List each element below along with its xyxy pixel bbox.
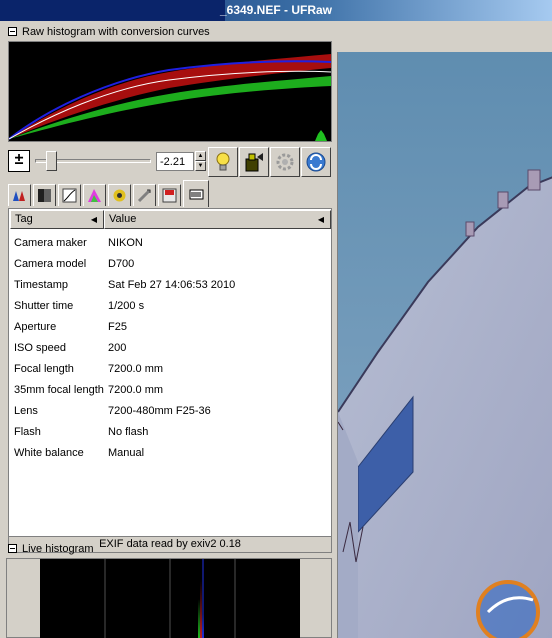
grayscale-icon bbox=[38, 189, 51, 202]
clipping-icon bbox=[245, 153, 263, 172]
control-panel: Raw histogram with conversion curves ± ▲… bbox=[0, 22, 336, 638]
row-tag: Flash bbox=[14, 426, 41, 438]
raw-histogram-label: Raw histogram with conversion curves bbox=[22, 26, 210, 38]
exposure-spinner[interactable]: ▲ ▼ bbox=[195, 151, 206, 172]
live-histogram-expander[interactable]: Live histogram bbox=[8, 541, 94, 557]
bulb-icon bbox=[216, 152, 230, 171]
column-header-tag-label: Tag bbox=[15, 213, 33, 225]
column-header-value[interactable]: Value ◀ bbox=[104, 210, 331, 229]
row-value: 200 bbox=[108, 342, 127, 354]
tab-corrections[interactable] bbox=[108, 184, 131, 206]
refresh-icon bbox=[306, 152, 326, 172]
row-value: Manual bbox=[108, 447, 145, 459]
histogram-green-peak bbox=[315, 130, 327, 141]
wb-icon bbox=[13, 191, 25, 201]
sort-arrow-icon: ◀ bbox=[317, 215, 324, 224]
exif-table: Tag ◀ Value ◀ Camera maker NIKON Camera m… bbox=[8, 208, 332, 537]
gear-icon bbox=[276, 153, 294, 171]
row-value: NIKON bbox=[108, 237, 143, 249]
row-value: 7200-480mm F25-36 bbox=[108, 405, 211, 417]
tab-grayscale[interactable] bbox=[33, 184, 56, 206]
row-tag: Lens bbox=[14, 405, 38, 417]
collapse-icon bbox=[8, 27, 17, 36]
row-value: 1/200 s bbox=[108, 300, 145, 312]
row-tag: White balance bbox=[14, 447, 84, 459]
raw-histogram[interactable] bbox=[8, 41, 332, 142]
exif-icon bbox=[189, 189, 203, 199]
live-histogram-label: Live histogram bbox=[22, 543, 94, 555]
row-tag: Shutter time bbox=[14, 300, 74, 312]
exposure-input[interactable] bbox=[156, 152, 194, 171]
raw-histogram-expander[interactable]: Raw histogram with conversion curves bbox=[8, 24, 210, 40]
refresh-button[interactable] bbox=[301, 147, 331, 177]
tab-color-management[interactable] bbox=[83, 184, 106, 206]
exposure-row: ± ▲ ▼ bbox=[6, 146, 334, 178]
row-tag: Focal length bbox=[14, 363, 74, 375]
curve-icon bbox=[62, 188, 77, 203]
tab-base-curve[interactable] bbox=[58, 184, 81, 206]
row-value: No flash bbox=[108, 426, 149, 438]
row-value: Sat Feb 27 14:06:53 2010 bbox=[108, 279, 236, 291]
live-histogram[interactable] bbox=[6, 558, 332, 638]
row-tag: Timestamp bbox=[14, 279, 68, 291]
sort-arrow-icon: ◀ bbox=[90, 215, 97, 224]
column-header-tag[interactable]: Tag ◀ bbox=[10, 210, 104, 229]
tab-white-balance[interactable] bbox=[8, 184, 31, 206]
exposure-slider-thumb[interactable] bbox=[46, 151, 57, 171]
row-value: F25 bbox=[108, 321, 127, 333]
column-header-value-label: Value bbox=[109, 213, 137, 225]
row-value: D700 bbox=[108, 258, 135, 270]
crop-icon bbox=[137, 188, 152, 203]
tab-exif[interactable] bbox=[183, 180, 209, 207]
tab-bar bbox=[6, 180, 332, 207]
image-preview[interactable] bbox=[337, 52, 552, 638]
exposure-icon: ± bbox=[8, 150, 30, 172]
save-icon bbox=[162, 188, 177, 203]
row-tag: 35mm focal length bbox=[14, 384, 104, 396]
settings-button[interactable] bbox=[270, 147, 300, 177]
title-bar: _6349.NEF - UFRaw bbox=[0, 0, 552, 21]
tab-transform[interactable] bbox=[133, 184, 156, 206]
lens-icon bbox=[113, 189, 126, 202]
auto-exposure-button[interactable] bbox=[208, 147, 238, 177]
spin-down-icon[interactable]: ▼ bbox=[195, 161, 206, 171]
row-value: 7200.0 mm bbox=[108, 363, 164, 375]
row-tag: Aperture bbox=[14, 321, 57, 333]
row-tag: ISO speed bbox=[14, 342, 66, 354]
collapse-icon bbox=[8, 544, 17, 553]
live-histogram-canvas bbox=[40, 559, 300, 638]
image-preview-area bbox=[337, 22, 552, 638]
row-tag: Camera maker bbox=[14, 237, 87, 249]
window-title: _6349.NEF - UFRaw bbox=[219, 3, 333, 17]
row-value: 7200.0 mm bbox=[108, 384, 164, 396]
row-tag: Camera model bbox=[14, 258, 87, 270]
spin-up-icon[interactable]: ▲ bbox=[195, 151, 206, 161]
tab-save[interactable] bbox=[158, 184, 181, 206]
detect-clipping-button[interactable] bbox=[239, 147, 269, 177]
color-icon bbox=[88, 189, 101, 202]
